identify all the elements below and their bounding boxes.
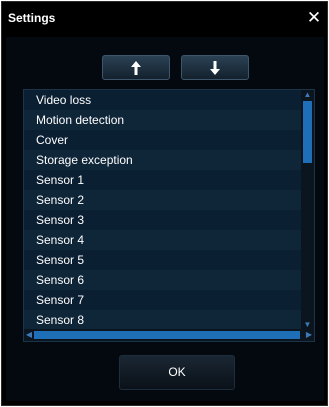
list-item[interactable]: Video loss bbox=[24, 90, 301, 110]
dialog-title: Settings bbox=[8, 11, 56, 25]
arrow-up-icon bbox=[131, 60, 141, 75]
scroll-left-icon[interactable]: ◀ bbox=[24, 329, 34, 341]
title-bar: Settings ✕ bbox=[2, 2, 327, 37]
horizontal-scroll-thumb[interactable] bbox=[34, 331, 300, 339]
list-item[interactable]: Sensor 7 bbox=[24, 290, 301, 310]
scroll-up-icon[interactable]: ▲ bbox=[302, 90, 313, 100]
move-down-button[interactable] bbox=[181, 55, 249, 80]
settings-dialog: Settings ✕ Video loss Motion detection Cov… bbox=[1, 1, 328, 406]
scroll-right-icon[interactable]: ▶ bbox=[304, 329, 314, 341]
list-item[interactable]: Sensor 2 bbox=[24, 190, 301, 210]
list-item[interactable]: Sensor 1 bbox=[24, 170, 301, 190]
vertical-scrollbar[interactable]: ▲ ▼ bbox=[301, 90, 314, 330]
list-item[interactable]: Cover bbox=[24, 130, 301, 150]
close-icon[interactable]: ✕ bbox=[305, 7, 323, 29]
event-list-box: Video loss Motion detection Cover Storage e… bbox=[23, 89, 315, 342]
list-item[interactable]: Sensor 4 bbox=[24, 230, 301, 250]
list-item[interactable]: Storage exception bbox=[24, 150, 301, 170]
list-item[interactable]: Sensor 6 bbox=[24, 270, 301, 290]
vertical-scroll-thumb[interactable] bbox=[303, 101, 312, 163]
move-up-button[interactable] bbox=[102, 55, 170, 80]
horizontal-scrollbar[interactable]: ◀ ▶ bbox=[24, 329, 314, 341]
list-item[interactable]: Motion detection bbox=[24, 110, 301, 130]
list-item[interactable]: Sensor 8 bbox=[24, 310, 301, 330]
event-list: Video loss Motion detection Cover Storage e… bbox=[24, 90, 301, 330]
ok-button[interactable]: OK bbox=[119, 355, 235, 390]
list-item[interactable]: Sensor 3 bbox=[24, 210, 301, 230]
dialog-body: Video loss Motion detection Cover Storage e… bbox=[6, 37, 324, 401]
arrow-down-icon bbox=[210, 60, 220, 75]
list-item[interactable]: Sensor 5 bbox=[24, 250, 301, 270]
